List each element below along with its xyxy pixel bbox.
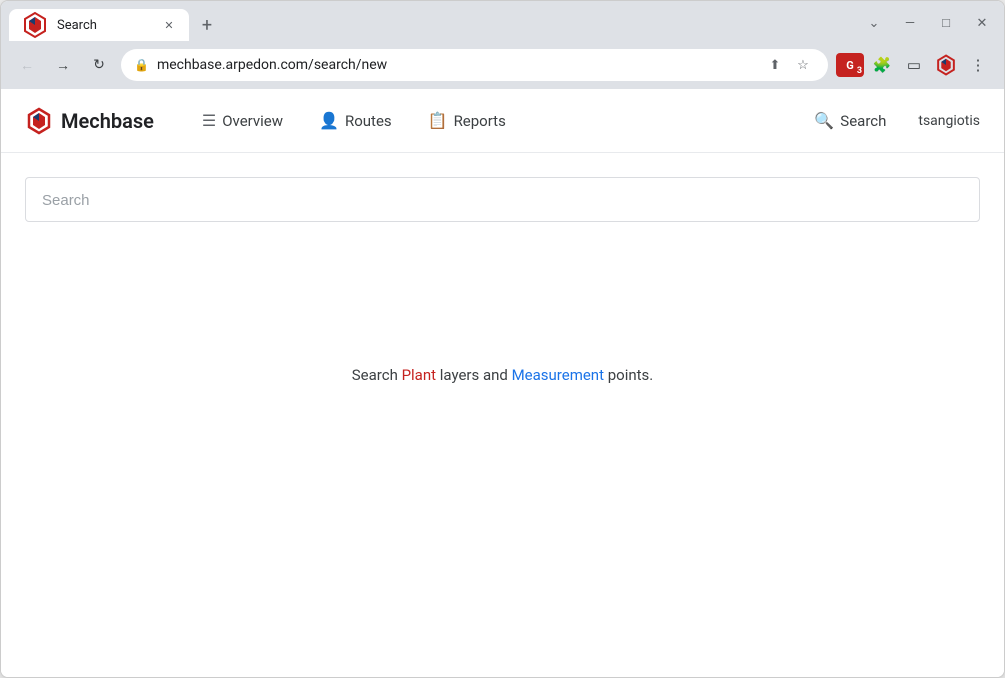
nav-items: ☰ Overview 👤 Routes 📋 Reports	[186, 103, 798, 138]
new-tab-button[interactable]: +	[193, 11, 221, 39]
address-bar: ← → ↻ 🔒 mechbase.arpedon.com/search/new …	[1, 41, 1004, 89]
back-button[interactable]: ←	[13, 51, 41, 79]
app-logo-text: Mechbase	[61, 109, 154, 133]
window-controls: ⌄ — □ ✕	[860, 9, 996, 37]
url-actions: ⬆ ☆	[763, 53, 815, 77]
user-name: tsangiotis	[918, 113, 980, 129]
measurement-highlight: Measurement	[512, 366, 604, 384]
nav-item-overview[interactable]: ☰ Overview	[186, 103, 299, 138]
plant-highlight: Plant	[402, 366, 436, 384]
share-icon[interactable]: ⬆	[763, 53, 787, 77]
nav-routes-label: Routes	[345, 112, 392, 130]
browser-window: Search ✕ + ⌄ — □ ✕ ← → ↻ 🔒 mechbase.arpe…	[0, 0, 1005, 678]
maximize-button[interactable]: □	[932, 9, 960, 37]
search-empty-state: Search Plant layers and Measurement poin…	[25, 246, 980, 504]
search-button[interactable]: 🔍 Search	[798, 103, 902, 138]
app-logo: Mechbase	[25, 107, 154, 135]
chrome-menu-icon[interactable]: ⋮	[964, 51, 992, 79]
minimize-button[interactable]: —	[896, 9, 924, 37]
tab-favicon-icon	[21, 11, 49, 39]
close-button[interactable]: ✕	[968, 9, 996, 37]
header-actions: 🔍 Search tsangiotis	[798, 103, 980, 138]
app-header: Mechbase ☰ Overview 👤 Routes 📋 Reports	[1, 89, 1004, 153]
nav-item-routes[interactable]: 👤 Routes	[303, 103, 408, 138]
routes-icon: 👤	[319, 111, 339, 130]
bookmark-icon[interactable]: ☆	[791, 53, 815, 77]
nav-item-reports[interactable]: 📋 Reports	[412, 103, 522, 138]
sidebar-icon[interactable]: ▭	[900, 51, 928, 79]
nav-overview-label: Overview	[222, 112, 283, 130]
browser-tab[interactable]: Search ✕	[9, 9, 189, 41]
url-text: mechbase.arpedon.com/search/new	[157, 57, 755, 73]
mechbase-toolbar-icon[interactable]	[932, 51, 960, 79]
search-input-container[interactable]	[25, 177, 980, 222]
page-content: Mechbase ☰ Overview 👤 Routes 📋 Reports	[1, 89, 1004, 677]
forward-button[interactable]: →	[49, 51, 77, 79]
url-bar[interactable]: 🔒 mechbase.arpedon.com/search/new ⬆ ☆	[121, 49, 828, 81]
reports-icon: 📋	[428, 111, 448, 130]
extensions-icon[interactable]: 🧩	[868, 51, 896, 79]
nav-reports-label: Reports	[454, 112, 506, 130]
tab-title: Search	[57, 18, 153, 33]
tab-close-button[interactable]: ✕	[161, 17, 177, 33]
title-bar: Search ✕ + ⌄ — □ ✕	[1, 1, 1004, 41]
chevron-down-icon[interactable]: ⌄	[860, 9, 888, 37]
search-icon: 🔍	[814, 111, 834, 130]
toolbar-icons: G 3 🧩 ▭ ⋮	[836, 51, 992, 79]
extension-badge[interactable]: G 3	[836, 53, 864, 77]
reload-button[interactable]: ↻	[85, 51, 113, 79]
search-empty-text: Search Plant layers and Measurement poin…	[352, 366, 653, 384]
overview-icon: ☰	[202, 111, 216, 130]
search-input[interactable]	[42, 192, 963, 209]
main-content: Search Plant layers and Measurement poin…	[1, 153, 1004, 528]
lock-icon: 🔒	[134, 58, 149, 72]
search-label: Search	[840, 112, 886, 130]
app-logo-icon	[25, 107, 53, 135]
